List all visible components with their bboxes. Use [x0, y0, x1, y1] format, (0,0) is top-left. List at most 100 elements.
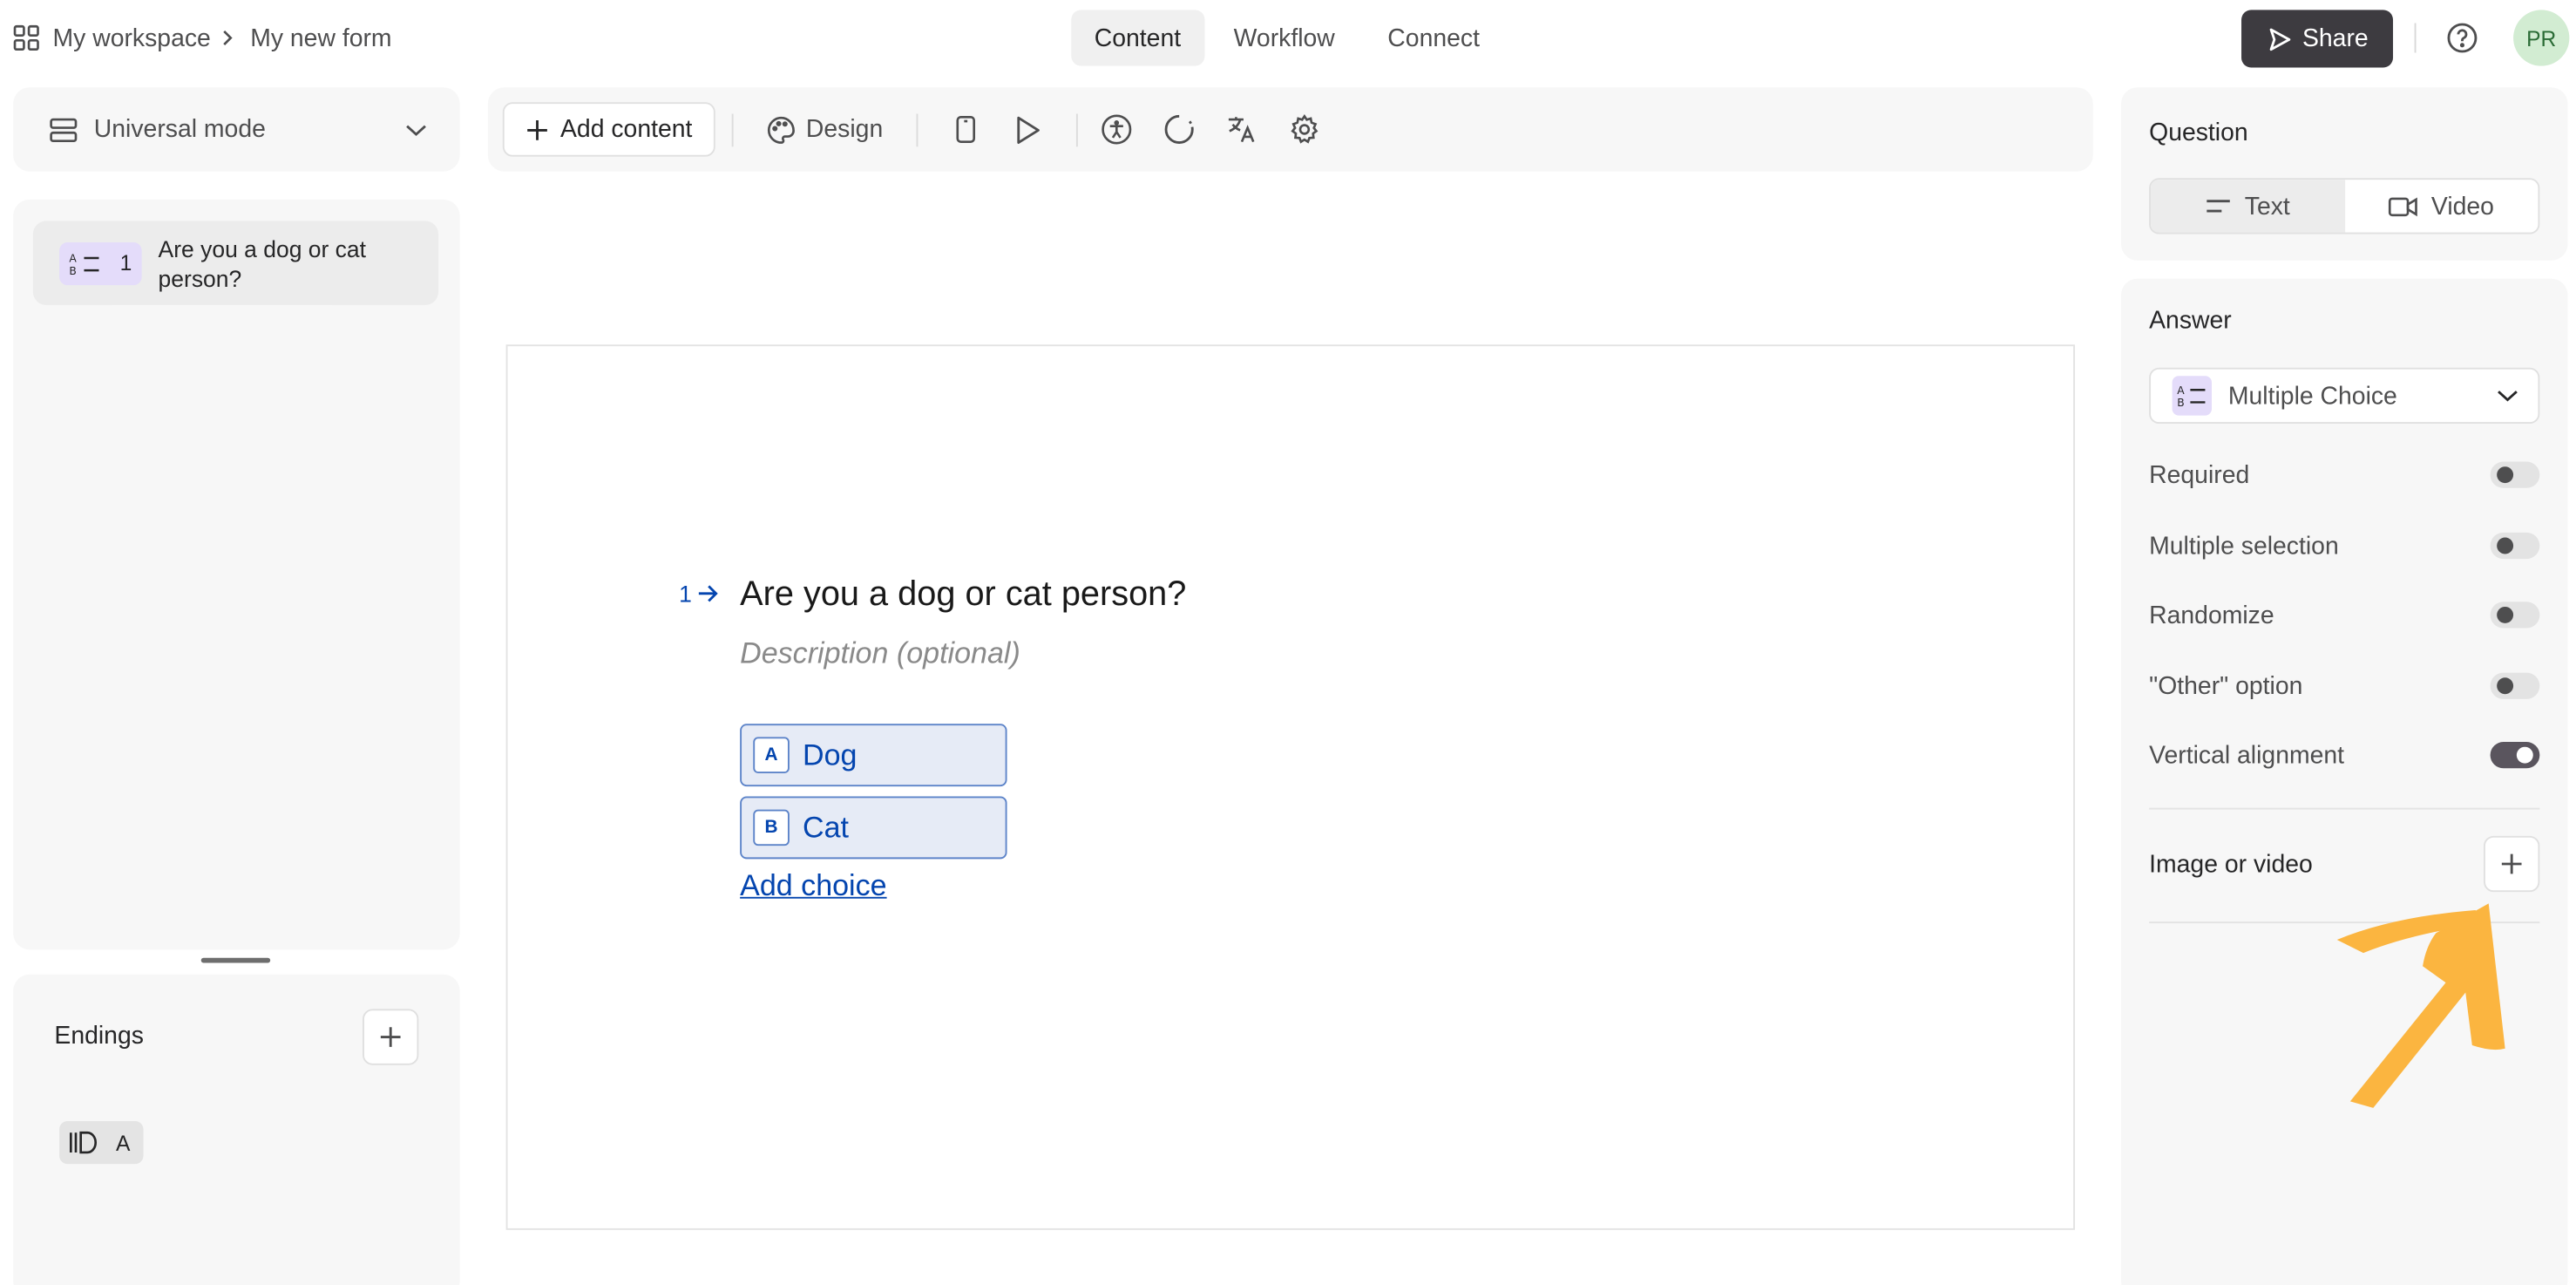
help-icon[interactable] [2446, 22, 2479, 55]
answer-type-select[interactable]: A B Multiple Choice [2149, 367, 2540, 425]
chevron-right-icon [220, 30, 234, 46]
resize-handle[interactable] [200, 957, 271, 963]
ending-icon [68, 1131, 98, 1154]
ending-item[interactable]: A [59, 1121, 144, 1165]
design-button[interactable]: Design [750, 102, 900, 156]
media-label: Image or video [2149, 849, 2313, 879]
mode-label: Universal mode [93, 115, 266, 144]
apps-grid-icon[interactable] [13, 24, 39, 51]
add-media-button[interactable] [2484, 835, 2540, 893]
toolbar-divider [1075, 112, 1078, 146]
add-ending-button[interactable] [363, 1009, 419, 1065]
content-toolbar: Add content Design [487, 87, 2093, 172]
ending-key: A [116, 1130, 131, 1155]
svg-text:A: A [69, 252, 77, 264]
palette-icon [767, 114, 797, 144]
multiple-choice-icon: A B [2172, 376, 2212, 416]
plus-icon [525, 118, 548, 140]
question-type-text-label: Text [2244, 192, 2290, 221]
vertical-alignment-toggle[interactable] [2490, 742, 2540, 769]
choice-label: Dog [803, 738, 858, 772]
avatar[interactable]: PR [2513, 10, 2570, 66]
plus-icon [379, 1025, 402, 1048]
setting-randomize: Randomize [2149, 597, 2540, 634]
tab-content[interactable]: Content [1071, 10, 1204, 66]
question-title[interactable]: Are you a dog or cat person? [740, 575, 1186, 615]
svg-text:A: A [2177, 384, 2185, 397]
question-number-indicator: 1 [679, 581, 718, 607]
setting-required: Required [2149, 457, 2540, 493]
multiple-choice-icon: A B [69, 251, 102, 275]
randomize-toggle[interactable] [2490, 602, 2540, 629]
breadcrumb: My workspace My new form [13, 20, 392, 57]
list-item[interactable]: A B 1 Are you a dog or cat person? [32, 221, 439, 305]
required-toggle[interactable] [2490, 461, 2540, 488]
endings-section: Endings A [13, 974, 460, 1285]
setting-other-option: "Other" option [2149, 668, 2540, 704]
tab-connect[interactable]: Connect [1365, 10, 1503, 65]
annotation-arrow-icon [2327, 890, 2512, 1108]
text-lines-icon [2205, 198, 2231, 214]
plus-icon [2500, 853, 2523, 875]
chevron-down-icon [2497, 389, 2518, 402]
question-type-text[interactable]: Text [2151, 180, 2345, 233]
question-type-toggle: Text Video [2149, 178, 2540, 235]
form-preview-canvas [505, 344, 2076, 1230]
question-settings: Question Text Video [2120, 87, 2568, 261]
tab-workflow[interactable]: Workflow [1210, 10, 1358, 65]
arrow-right-icon [697, 583, 719, 603]
form-builder-page: My workspace My new form Content Workflo… [0, 0, 2576, 1285]
choice-option-a[interactable]: A Dog [740, 724, 1007, 787]
setting-label: Vertical alignment [2149, 741, 2345, 770]
question-type-video-label: Video [2430, 192, 2494, 221]
layout-icon [50, 116, 78, 142]
choice-option-b[interactable]: B Cat [740, 796, 1007, 860]
main-nav-tabs: Content Workflow Connect [1071, 10, 1503, 66]
svg-text:B: B [2177, 397, 2184, 407]
add-content-label: Add content [560, 115, 693, 144]
question-list: A B 1 Are you a dog or cat person? [13, 199, 460, 950]
question-type-badge: A B 1 [59, 241, 142, 285]
toolbar-divider [916, 112, 918, 146]
question-number: 1 [679, 580, 692, 607]
translate-icon[interactable] [1219, 106, 1265, 153]
breadcrumb-form-name[interactable]: My new form [250, 24, 391, 51]
svg-text:B: B [69, 264, 76, 275]
mode-selector[interactable]: Universal mode [13, 87, 460, 172]
chevron-down-icon [405, 123, 427, 136]
add-content-button[interactable]: Add content [502, 102, 715, 157]
accessibility-icon[interactable] [1094, 106, 1140, 153]
send-icon [2266, 25, 2292, 51]
breadcrumb-workspace[interactable]: My workspace [53, 24, 211, 51]
video-icon [2389, 195, 2418, 217]
design-label: Design [805, 115, 884, 144]
question-type-video[interactable]: Video [2344, 180, 2538, 233]
loading-icon[interactable] [1156, 106, 1203, 153]
setting-label: Required [2149, 460, 2250, 489]
choice-label: Cat [803, 810, 849, 844]
divider [2414, 23, 2417, 53]
setting-label: "Other" option [2149, 671, 2303, 700]
media-setting: Image or video [2149, 835, 2540, 893]
mobile-preview-icon[interactable] [942, 106, 988, 153]
endings-title: Endings [54, 1022, 144, 1050]
settings-icon[interactable] [1282, 106, 1328, 153]
setting-label: Multiple selection [2149, 531, 2339, 561]
answer-type-label: Multiple Choice [2227, 381, 2397, 410]
divider [2149, 807, 2540, 810]
other-option-toggle[interactable] [2490, 672, 2540, 699]
toolbar-divider [731, 112, 734, 146]
setting-multiple-selection: Multiple selection [2149, 527, 2540, 564]
multiple-selection-toggle[interactable] [2490, 532, 2540, 560]
share-button[interactable]: Share [2241, 10, 2394, 68]
choice-key: A [753, 737, 790, 773]
description-field[interactable]: Description (optional) [740, 636, 1020, 671]
play-preview-icon[interactable] [1005, 106, 1051, 153]
question-number: 1 [119, 250, 132, 275]
question-list-text: Are you a dog or cat person? [158, 235, 366, 291]
question-settings-title: Question [2149, 119, 2248, 147]
setting-vertical-alignment: Vertical alignment [2149, 737, 2540, 773]
setting-label: Randomize [2149, 601, 2274, 629]
add-choice-link[interactable]: Add choice [740, 869, 886, 904]
share-label: Share [2301, 24, 2369, 53]
